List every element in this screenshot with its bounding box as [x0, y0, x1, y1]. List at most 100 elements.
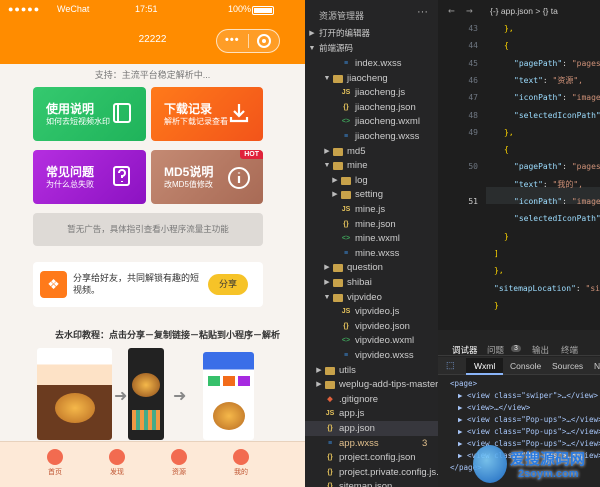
wxml-node[interactable]: ▶ <view class="Pop-ups">…</view> — [458, 415, 600, 424]
subtab-wxml[interactable]: Wxml — [474, 361, 495, 371]
code-line[interactable]: ] — [494, 245, 499, 262]
chevron-icon[interactable]: ▼ — [323, 158, 331, 173]
file-name: vipvideo — [347, 291, 382, 303]
file-row[interactable]: <> jiaocheng.wxml — [305, 114, 438, 129]
tab-terminal[interactable]: 终端 — [561, 344, 578, 356]
back-arrow-icon[interactable]: ← — [448, 4, 455, 17]
code-line[interactable]: "pagePath": "pages — [514, 55, 600, 72]
close-miniprogram-icon[interactable] — [257, 34, 271, 48]
wxml-file-icon: <> — [341, 118, 351, 126]
chevron-icon[interactable]: ▶ — [323, 260, 331, 275]
code-line[interactable]: { — [504, 37, 509, 54]
chevron-icon[interactable]: ▶ — [323, 275, 331, 290]
folder-row[interactable]: ▶ log — [305, 173, 438, 188]
file-row[interactable]: {} jiaocheng.json — [305, 100, 438, 115]
file-row[interactable]: {} app.json — [305, 421, 438, 436]
file-name: md5 — [347, 145, 366, 157]
chevron-icon[interactable]: ▼ — [323, 290, 331, 305]
chevron-icon[interactable]: ▼ — [323, 71, 331, 86]
json-value: "资源", — [552, 75, 583, 85]
tab-problems[interactable]: 问题 — [487, 344, 504, 356]
card-subtitle: 改MD5值修改 — [164, 180, 213, 189]
wxml-node[interactable]: ▶ <view class="Pop-ups">…</view> — [458, 439, 600, 448]
folder-row[interactable]: ▶ setting — [305, 187, 438, 202]
wxml-node[interactable]: ▶ <view>…</view> — [458, 403, 530, 412]
code-line[interactable]: "text": "资源", — [514, 72, 583, 89]
file-row[interactable]: {} project.private.config.js... — [305, 465, 438, 480]
arrow-right-icon: ➜ — [173, 388, 187, 405]
tab-output[interactable]: 输出 — [532, 344, 549, 356]
file-row[interactable]: JS mine.js — [305, 202, 438, 217]
file-row[interactable]: ◆ .gitignore — [305, 392, 438, 407]
more-menu-icon[interactable]: ••• — [225, 34, 240, 46]
card-subtitle: 解析下载记录查看 — [164, 117, 228, 126]
card-usage-guide[interactable]: 使用说明 如何去短视频水印 — [33, 87, 146, 141]
project-section[interactable]: ▼ 前端源码 — [305, 41, 438, 56]
code-line[interactable]: "iconPath": "image — [514, 89, 600, 106]
file-row[interactable]: {} sitemap.json — [305, 479, 438, 487]
folder-row[interactable]: ▶ utils — [305, 363, 438, 378]
file-row[interactable]: ≡ vipvideo.wxss — [305, 348, 438, 363]
file-row[interactable]: JS vipvideo.js — [305, 304, 438, 319]
subtab-network[interactable]: N — [594, 361, 600, 371]
file-name: utils — [339, 364, 356, 376]
code-line[interactable]: "selectedIconPath": — [514, 107, 600, 124]
code-line[interactable]: } — [504, 228, 509, 245]
code-line[interactable]: "text": "我的", — [514, 176, 583, 193]
folder-row[interactable]: ▼ vipvideo — [305, 290, 438, 305]
code-line[interactable]: { — [504, 141, 509, 158]
folder-row[interactable]: ▶ md5 — [305, 144, 438, 159]
file-row[interactable]: <> mine.wxml — [305, 231, 438, 246]
subtab-console[interactable]: Console — [510, 361, 541, 371]
tab-resources[interactable]: 资源 — [149, 444, 209, 484]
json-key: "selectedIconPath" — [514, 110, 600, 120]
code-line[interactable]: "selectedIconPath": — [514, 210, 600, 227]
chevron-icon[interactable]: ▶ — [315, 377, 323, 392]
folder-icon — [333, 279, 343, 287]
file-row[interactable]: ≡ app.wxss 3 — [305, 436, 438, 451]
code-line[interactable]: }, — [504, 124, 514, 141]
folder-row[interactable]: ▶ shibai — [305, 275, 438, 290]
card-md5[interactable]: MD5说明 改MD5值修改 HOT — [151, 150, 263, 204]
tab-mine[interactable]: 我的 — [211, 444, 271, 484]
chevron-icon[interactable]: ▶ — [323, 144, 331, 159]
folder-row[interactable]: ▼ jiaocheng — [305, 71, 438, 86]
code-line[interactable]: "iconPath": "image — [514, 193, 600, 210]
file-row[interactable]: <> vipvideo.wxml — [305, 333, 438, 348]
wxml-node[interactable]: ▶ <view class="swiper">…</view> — [458, 391, 598, 400]
wxml-node[interactable]: ▶ <view class="Pop-ups">…</view> — [458, 427, 600, 436]
forward-arrow-icon[interactable]: → — [466, 4, 473, 17]
breadcrumb[interactable]: {-} app.json > {} ta — [490, 6, 558, 16]
code-line[interactable]: }, — [504, 20, 514, 37]
wxml-node[interactable]: <page> — [450, 379, 477, 388]
chevron-icon[interactable]: ▶ — [315, 363, 323, 378]
card-download-history[interactable]: 下载记录 解析下载记录查看 — [151, 87, 263, 141]
open-editors-section[interactable]: ▶ 打开的编辑器 — [305, 26, 438, 41]
file-row[interactable]: JS jiaocheng.js — [305, 85, 438, 100]
file-row[interactable]: JS app.js — [305, 406, 438, 421]
more-actions-icon[interactable]: ··· — [417, 6, 428, 18]
share-button[interactable]: 分享 — [208, 274, 248, 295]
file-row[interactable]: {} vipvideo.json — [305, 319, 438, 334]
chevron-icon[interactable]: ▶ — [331, 173, 339, 188]
code-line[interactable]: "pagePath": "pages — [514, 158, 600, 175]
code-line[interactable]: }, — [494, 262, 504, 279]
tab-discover[interactable]: 发现 — [87, 444, 147, 484]
tab-home[interactable]: 首页 — [25, 444, 85, 484]
inspect-element-icon[interactable]: ⬚ — [446, 360, 455, 371]
json-file-icon: {} — [327, 454, 333, 462]
file-row[interactable]: {} mine.json — [305, 217, 438, 232]
file-row[interactable]: {} project.config.json — [305, 450, 438, 465]
folder-row[interactable]: ▼ mine — [305, 158, 438, 173]
file-row[interactable]: ≡ index.wxss — [305, 56, 438, 71]
line-number: 51 — [468, 197, 478, 206]
code-line[interactable]: "sitemapLocation": "site — [494, 280, 600, 297]
folder-row[interactable]: ▶ weplug-add-tips-master — [305, 377, 438, 392]
subtab-sources[interactable]: Sources — [552, 361, 583, 371]
code-line[interactable]: } — [494, 297, 499, 314]
file-row[interactable]: ≡ jiaocheng.wxss — [305, 129, 438, 144]
file-row[interactable]: ≡ mine.wxss — [305, 246, 438, 261]
chevron-icon[interactable]: ▶ — [331, 187, 339, 202]
card-faq[interactable]: 常见问题 为什么总失败 — [33, 150, 146, 204]
folder-row[interactable]: ▶ question — [305, 260, 438, 275]
